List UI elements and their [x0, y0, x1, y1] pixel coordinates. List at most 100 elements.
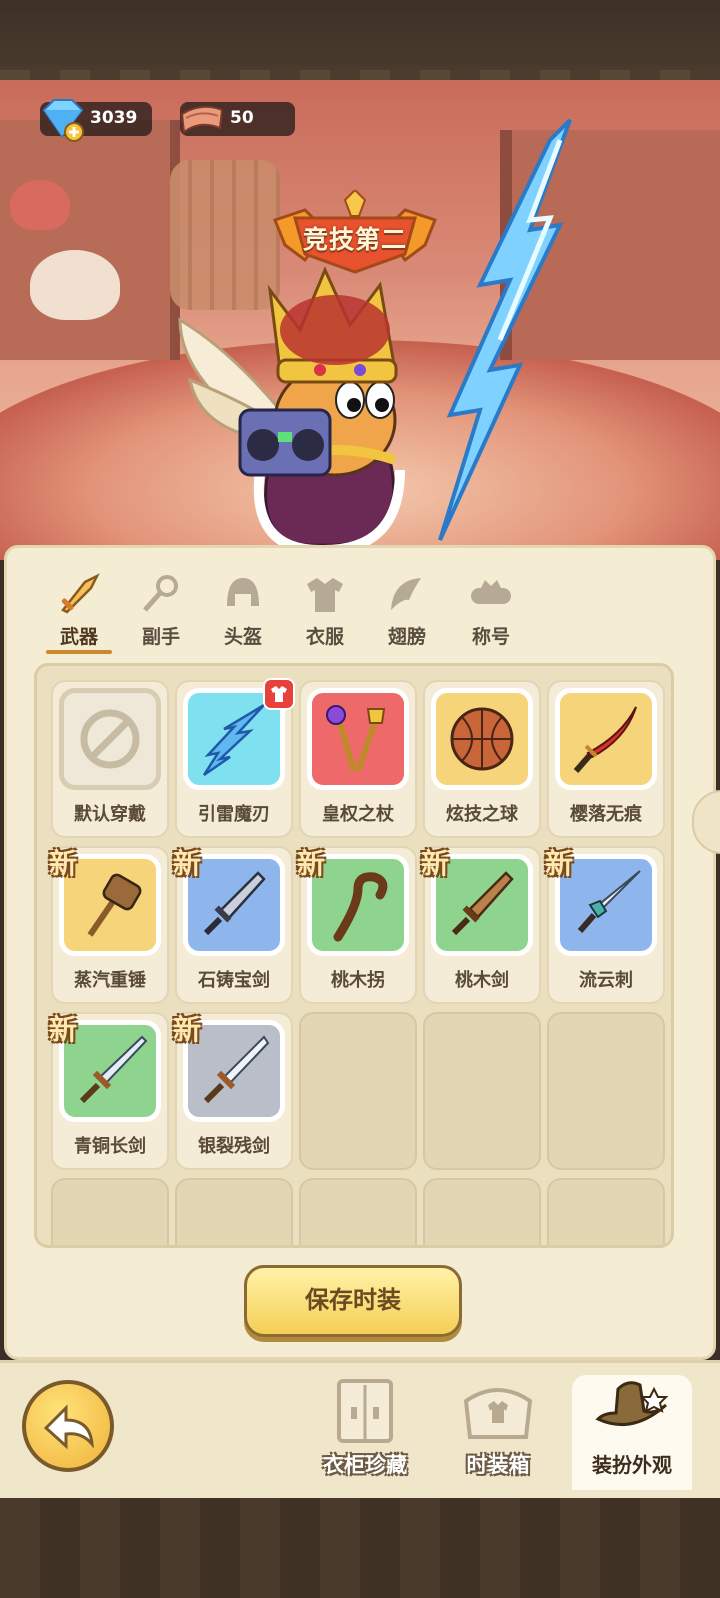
tab-title-label: 称号 [471, 626, 510, 648]
new-tag: 新 [173, 847, 202, 880]
item-grid: 默认穿戴 引雷魔刃 皇权之杖 炫技之球 樱落无痕 新 蒸汽重锤 新 石铸宝剑 新… [34, 663, 674, 1248]
item-card [59, 688, 161, 790]
item-slot-bronze-longsword[interactable]: 新 青铜长剑 [49, 1012, 169, 1170]
item-card [307, 688, 409, 790]
tab-clothes[interactable]: 衣服 [288, 566, 358, 656]
item-card [431, 688, 533, 790]
empty-slot [423, 1178, 541, 1245]
wardrobe-icon [337, 1379, 393, 1443]
offhand-icon [143, 575, 178, 612]
ticket-counter[interactable]: 50 [180, 102, 295, 136]
item-name: 默认穿戴 [74, 804, 146, 825]
item-slot-steam-hammer[interactable]: 新 蒸汽重锤 [49, 846, 169, 1004]
footer-bar [0, 1498, 720, 1598]
shelf [0, 120, 180, 360]
new-tag: 新 [173, 1013, 202, 1046]
item-name: 桃木剑 [455, 970, 509, 991]
save-outfit-button[interactable]: 保存时装 [244, 1265, 462, 1337]
empty-slot [547, 1012, 665, 1170]
helmet-icon [227, 578, 259, 606]
shirt-icon [271, 686, 287, 702]
hammer-icon [87, 873, 142, 937]
empty-slot [299, 1178, 417, 1245]
new-tag: 新 [49, 1013, 78, 1046]
empty-slot [175, 1178, 293, 1245]
armor-icon [307, 578, 343, 612]
new-tag: 新 [49, 847, 78, 880]
fashion-chest-icon [463, 1388, 533, 1439]
item-slot-thunder-blade[interactable]: 引雷魔刃 [175, 678, 295, 838]
tab-offhand[interactable]: 副手 [124, 566, 194, 656]
sword-icon [61, 573, 100, 614]
empty-slot [423, 1012, 541, 1170]
tab-helmet-label: 头盔 [223, 626, 262, 648]
item-slot-stone-sword[interactable]: 新 石铸宝剑 [173, 846, 293, 1004]
tab-title[interactable]: 称号 [454, 566, 524, 656]
tab-active-underline [46, 650, 112, 654]
hat-decoration [10, 180, 70, 230]
rapier-icon [577, 870, 641, 933]
longsword-icon [79, 1035, 148, 1104]
item-slot-cloud-thorn[interactable]: 新 流云刺 [545, 846, 665, 1004]
new-tag: 新 [297, 847, 326, 880]
new-tag: 新 [421, 847, 450, 880]
nav-dress-up[interactable]: 装扮外观 [572, 1375, 692, 1490]
item-name: 樱落无痕 [570, 804, 642, 825]
category-tabs: 武器 副手 头盔 衣服 翅膀 称号 [36, 566, 536, 656]
wooden-sword-icon [451, 871, 514, 936]
hat-icon [595, 1381, 669, 1427]
scepter-icon [326, 705, 386, 772]
nav-label: 衣柜珍藏 [323, 1453, 407, 1477]
item-name: 皇权之杖 [322, 804, 394, 825]
lightning-blade-icon [202, 703, 265, 777]
new-tag: 新 [545, 847, 574, 880]
basketball-icon [450, 707, 514, 771]
item-name: 炫技之球 [446, 804, 518, 825]
title-badge-icon [471, 580, 511, 604]
nav-wardrobe-collection[interactable]: 衣柜珍藏 [305, 1375, 425, 1490]
back-arrow-icon [43, 1404, 94, 1450]
top-bar [0, 0, 720, 80]
diamond-count: 3039 [90, 108, 138, 128]
equipped-shirt-tag [263, 678, 295, 710]
nav-label: 时装箱 [466, 1453, 530, 1477]
item-name: 流云刺 [579, 970, 633, 991]
empty-slot [51, 1178, 169, 1245]
item-name: 石铸宝剑 [198, 970, 270, 991]
tab-helmet[interactable]: 头盔 [206, 566, 276, 656]
diamond-plus-icon [42, 99, 84, 142]
item-slot-default[interactable]: 默认穿戴 [51, 680, 169, 838]
none-icon [80, 709, 140, 769]
item-name: 银裂残剑 [198, 1136, 270, 1157]
item-slot-silver-broken-sword[interactable]: 新 银裂残剑 [173, 1012, 293, 1170]
nav-fashion-chest[interactable]: 时装箱 [438, 1375, 558, 1490]
katana-icon [573, 706, 637, 773]
ticket-icon [180, 105, 224, 134]
ticket-count: 50 [230, 108, 254, 128]
lightning-blade-art [438, 118, 572, 541]
item-name: 桃木拐 [331, 970, 385, 991]
item-name: 青铜长剑 [74, 1136, 146, 1157]
item-slot-peach-sword[interactable]: 新 桃木剑 [421, 846, 541, 1004]
wing-icon [391, 578, 421, 610]
wooden-staff-icon [333, 872, 388, 942]
tab-clothes-label: 衣服 [305, 626, 344, 648]
back-button[interactable] [22, 1380, 114, 1472]
tab-weapon[interactable]: 武器 [42, 566, 112, 656]
nav-label: 装扮外观 [592, 1453, 672, 1477]
diamond-counter[interactable]: 3039 [40, 99, 152, 142]
egg-decoration [30, 250, 120, 320]
tab-weapon-label: 武器 [59, 626, 98, 648]
tab-offhand-label: 副手 [141, 626, 180, 648]
tab-wings[interactable]: 翅膀 [370, 566, 440, 656]
item-slot-royal-scepter[interactable]: 皇权之杖 [299, 680, 417, 838]
empty-slot [299, 1012, 417, 1170]
item-card [555, 688, 657, 790]
item-slot-sakura-blade[interactable]: 樱落无痕 [547, 680, 665, 838]
item-slot-skill-ball[interactable]: 炫技之球 [423, 680, 541, 838]
empty-slot [547, 1178, 665, 1245]
broken-sword-icon [203, 1035, 270, 1104]
item-slot-peach-crutch[interactable]: 新 桃木拐 [297, 846, 417, 1004]
tab-wings-label: 翅膀 [387, 626, 426, 648]
item-name: 引雷魔刃 [198, 804, 270, 825]
